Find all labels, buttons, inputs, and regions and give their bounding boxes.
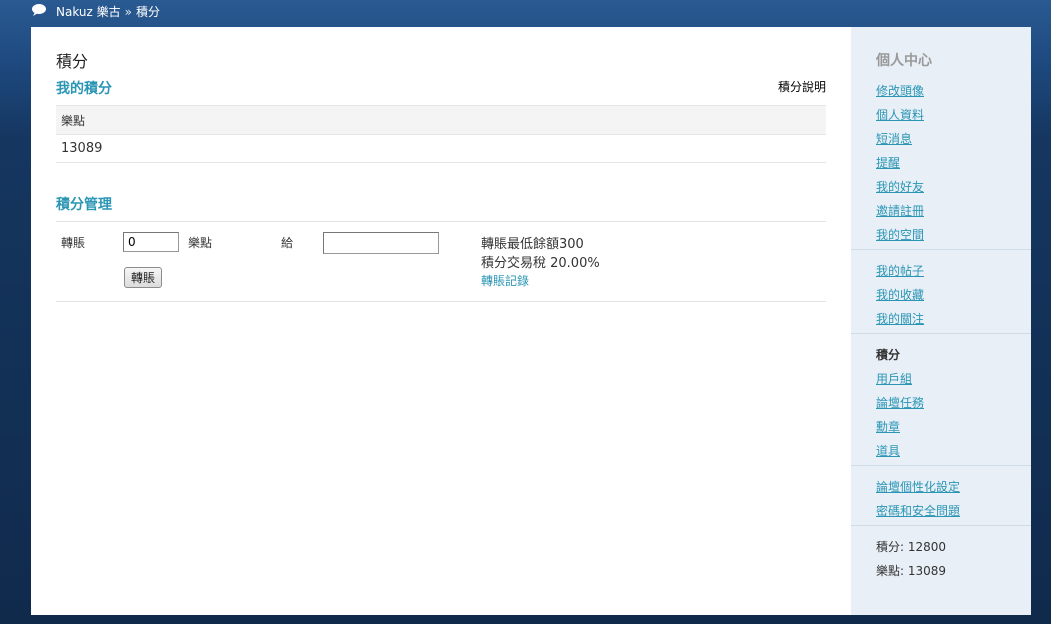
breadcrumb-site-link[interactable]: Nakuz 樂古 [56,5,121,19]
sidebar-item-tasks[interactable]: 論壇任務 [876,394,924,411]
sidebar-item-edit-avatar[interactable]: 修改頭像 [876,82,924,99]
sidebar-item-messages[interactable]: 短消息 [876,130,912,147]
top-bar: Nakuz 樂古» 積分 [0,0,1051,22]
transfer-label: 轉賬 [61,236,86,250]
sidebar-item-medals[interactable]: 勳章 [876,418,900,435]
unit-label: 樂點 [188,236,213,250]
table-header-row: 樂點 [56,105,826,135]
table-row: 13089 [56,134,826,163]
sidebar-divider [851,525,1031,526]
sidebar-item-password-security[interactable]: 密碼和安全問題 [876,502,960,519]
transfer-amount-input[interactable] [123,232,179,252]
sidebar-item-personalize[interactable]: 論壇個性化設定 [876,478,960,495]
sidebar-divider [851,249,1031,250]
column-header-lepoints: 樂點 [56,105,826,135]
breadcrumb: Nakuz 樂古» 積分 [56,3,160,20]
credit-management-heading: 積分管理 [56,197,112,213]
breadcrumb-separator: » [124,5,132,19]
my-credits-heading: 我的積分 [56,81,112,97]
sidebar-item-usergroup[interactable]: 用戶組 [876,370,912,387]
chat-bubble-icon [32,4,46,16]
sidebar-item-profile[interactable]: 個人資料 [876,106,924,123]
sidebar-item-invite[interactable]: 邀請註冊 [876,202,924,219]
credits-table: 樂點 13089 [56,105,826,163]
transfer-button[interactable]: 轉賬 [124,267,162,288]
min-balance-text: 轉賬最低餘額300 [481,237,584,252]
sidebar-divider [851,333,1031,334]
sidebar-item-props[interactable]: 道具 [876,442,900,459]
divider [56,221,826,222]
divider [56,301,826,302]
transfer-history-link[interactable]: 轉賬記錄 [481,272,529,289]
credits-help-link[interactable]: 積分說明 [778,78,826,95]
breadcrumb-current: 積分 [135,5,160,19]
sidebar-item-my-posts[interactable]: 我的帖子 [876,262,924,279]
sidebar-item-my-space[interactable]: 我的空間 [876,226,924,243]
recipient-label: 給 [281,236,294,250]
sidebar-item-friends[interactable]: 我的好友 [876,178,924,195]
lepoints-stat: 樂點: 13089 [876,564,947,578]
sidebar-item-credits[interactable]: 積分 [876,346,900,363]
sidebar-item-following[interactable]: 我的關注 [876,310,924,327]
credits-stat: 積分: 12800 [876,540,947,554]
main-content: 積分 我的積分 積分說明 樂點 13089 積分管理 轉賬 樂點 給 轉賬 轉賬… [31,27,851,615]
sidebar-item-notifications[interactable]: 提醒 [876,154,900,171]
lepoints-value: 13089 [56,134,826,163]
sidebar-item-favorites[interactable]: 我的收藏 [876,286,924,303]
sidebar-divider [851,465,1031,466]
sidebar-title: 個人中心 [876,53,932,69]
page-title: 積分 [56,52,89,71]
tax-text: 積分交易稅 20.00% [481,256,600,271]
recipient-input[interactable] [323,232,439,254]
sidebar: 個人中心 修改頭像 個人資料 短消息 提醒 我的好友 邀請註冊 我的空間 我的帖… [851,27,1031,615]
content-panel: 積分 我的積分 積分說明 樂點 13089 積分管理 轉賬 樂點 給 轉賬 轉賬… [31,27,1031,615]
